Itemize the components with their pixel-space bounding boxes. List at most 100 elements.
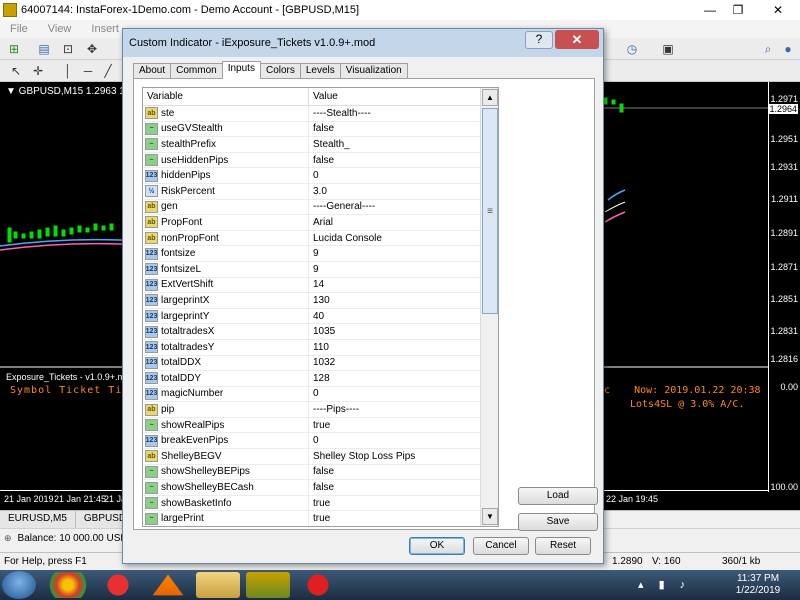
variable-value[interactable]: false	[309, 123, 481, 134]
variable-value[interactable]: 1035	[309, 326, 481, 337]
metatrader-icon[interactable]	[246, 572, 290, 598]
variable-value[interactable]: Stealth_	[309, 139, 481, 150]
maximize-icon[interactable]: ❐	[724, 0, 752, 20]
grid-row[interactable]: ab ste ----Stealth----	[143, 106, 481, 122]
variable-value[interactable]: 9	[309, 264, 481, 275]
tab-visualization[interactable]: Visualization	[339, 63, 408, 79]
close-icon[interactable]: ✕	[756, 0, 800, 20]
variable-value[interactable]: 0	[309, 388, 481, 399]
grid-row[interactable]: ab gen ----General----	[143, 199, 481, 216]
horizontal-line-icon[interactable]: ─	[80, 63, 96, 79]
grid-row[interactable]: ~ useHiddenPips false	[143, 152, 481, 169]
grid-row[interactable]: ab PropFont Arial	[143, 215, 481, 231]
variable-value[interactable]: 40	[309, 311, 481, 322]
grid-row[interactable]: ab nonPropFont Lucida Console	[143, 230, 481, 247]
profiles-icon[interactable]: ▤	[36, 41, 52, 57]
grid-row[interactable]: 123 totaltradesY 110	[143, 339, 481, 356]
grid-row[interactable]: 123 totalDDX 1032	[143, 355, 481, 372]
variable-value[interactable]: 3.0	[309, 186, 481, 197]
grid-row[interactable]: ~ stealthPrefix Stealth_	[143, 137, 481, 153]
variable-value[interactable]: false	[309, 155, 481, 166]
variable-value[interactable]: 130	[309, 295, 481, 306]
variable-value[interactable]: 1032	[309, 357, 481, 368]
grid-row[interactable]: ~ showShelleyBECash false	[143, 480, 481, 496]
variable-value[interactable]: 0	[309, 435, 481, 446]
vertical-line-icon[interactable]: │	[60, 63, 76, 79]
tab-levels[interactable]: Levels	[299, 63, 341, 79]
reset-button[interactable]: Reset	[535, 537, 591, 555]
variable-value[interactable]: ----Stealth----	[309, 108, 481, 119]
explorer-icon[interactable]	[196, 572, 240, 598]
cursor-icon[interactable]: ↖	[8, 63, 24, 79]
tab-inputs[interactable]: Inputs	[221, 61, 261, 79]
variable-value[interactable]: 14	[309, 279, 481, 290]
grid-row[interactable]: ab pip ----Pips----	[143, 402, 481, 418]
variable-value[interactable]: true	[309, 420, 481, 431]
variable-value[interactable]: 128	[309, 373, 481, 384]
variable-value[interactable]: Lucida Console	[309, 233, 481, 244]
grid-row[interactable]: ab ShelleyBEGV Shelley Stop Loss Pips	[143, 449, 481, 465]
column-header-value[interactable]: Value	[309, 88, 481, 105]
grid-row[interactable]: 123 totalDDY 128	[143, 371, 481, 387]
grid-row[interactable]: ~ showBasketInfo true	[143, 495, 481, 512]
load-button[interactable]: Load	[518, 487, 598, 505]
variable-value[interactable]: ----Pips----	[309, 404, 481, 415]
market-watch-icon[interactable]: ⊡	[60, 41, 76, 57]
scroll-up-icon[interactable]: ▲	[482, 89, 498, 106]
grid-row[interactable]: 123 totaltradesX 1035	[143, 324, 481, 340]
tab-about[interactable]: About	[133, 63, 172, 79]
grid-row[interactable]: ~ showShelleyBEPips false	[143, 464, 481, 481]
new-chart-icon[interactable]: ⊞	[6, 41, 22, 57]
search-icon[interactable]: ⌕	[760, 41, 776, 57]
system-tray[interactable]: ▴ ▮ ♪	[638, 578, 691, 591]
grid-row[interactable]: 123 largeprintX 130	[143, 293, 481, 309]
crosshair-icon[interactable]: ✛	[30, 63, 46, 79]
cancel-button[interactable]: Cancel	[473, 537, 529, 555]
grid-row[interactable]: ~ largePrint true	[143, 511, 481, 526]
grid-scrollbar[interactable]: ▲ ≡ ▼	[480, 88, 498, 526]
variable-value[interactable]: false	[309, 466, 481, 477]
vlc-icon[interactable]	[152, 574, 184, 596]
variable-value[interactable]: Arial	[309, 217, 481, 228]
account-icon[interactable]: ●	[780, 41, 796, 57]
variable-value[interactable]: true	[309, 498, 481, 509]
grid-row[interactable]: 123 hiddenPips 0	[143, 168, 481, 184]
save-button[interactable]: Save	[518, 513, 598, 531]
app-icon-red[interactable]	[296, 572, 340, 598]
grid-row[interactable]: ½ RiskPercent 3.0	[143, 183, 481, 200]
chrome-icon[interactable]	[46, 572, 90, 598]
variable-value[interactable]: 0	[309, 170, 481, 181]
variable-value[interactable]: true	[309, 513, 481, 524]
template-icon[interactable]: ▣	[660, 41, 676, 57]
grid-row[interactable]: 123 largeprintY 40	[143, 308, 481, 325]
trendline-icon[interactable]: ╱	[100, 63, 116, 79]
variable-value[interactable]: ----General----	[309, 201, 481, 212]
navigator-icon[interactable]: ✥	[84, 41, 100, 57]
media-player-icon[interactable]	[96, 572, 140, 598]
menu-file[interactable]: File	[0, 23, 38, 35]
grid-row[interactable]: 123 breakEvenPips 0	[143, 433, 481, 450]
help-button[interactable]: ?	[525, 31, 553, 49]
grid-row[interactable]: ~ useGVStealth false	[143, 121, 481, 138]
variable-value[interactable]: 110	[309, 342, 481, 353]
ok-button[interactable]: OK	[409, 537, 465, 555]
grid-row[interactable]: 123 magicNumber 0	[143, 386, 481, 403]
clock[interactable]: 11:37 PM 1/22/2019	[728, 573, 788, 597]
tab-colors[interactable]: Colors	[259, 63, 301, 79]
grid-row[interactable]: 123 ExtVertShift 14	[143, 277, 481, 294]
start-button[interactable]	[2, 571, 36, 599]
grid-row[interactable]: 123 fontsizeL 9	[143, 261, 481, 278]
scroll-down-icon[interactable]: ▼	[482, 508, 498, 525]
minimize-icon[interactable]: —	[696, 0, 724, 20]
chart-tab-eurusd[interactable]: EURUSD,M5	[0, 511, 76, 528]
scroll-thumb[interactable]: ≡	[482, 108, 498, 314]
grid-row[interactable]: 123 fontsize 9	[143, 246, 481, 262]
menu-view[interactable]: View	[38, 23, 82, 35]
variable-value[interactable]: 9	[309, 248, 481, 259]
collapse-icon[interactable]: ⊕	[4, 533, 12, 544]
tab-common[interactable]: Common	[170, 63, 223, 79]
dialog-close-button[interactable]: ✕	[555, 30, 599, 49]
variable-value[interactable]: Shelley Stop Loss Pips	[309, 451, 481, 462]
column-header-variable[interactable]: Variable	[143, 88, 309, 105]
grid-row[interactable]: ~ showRealPips true	[143, 417, 481, 434]
